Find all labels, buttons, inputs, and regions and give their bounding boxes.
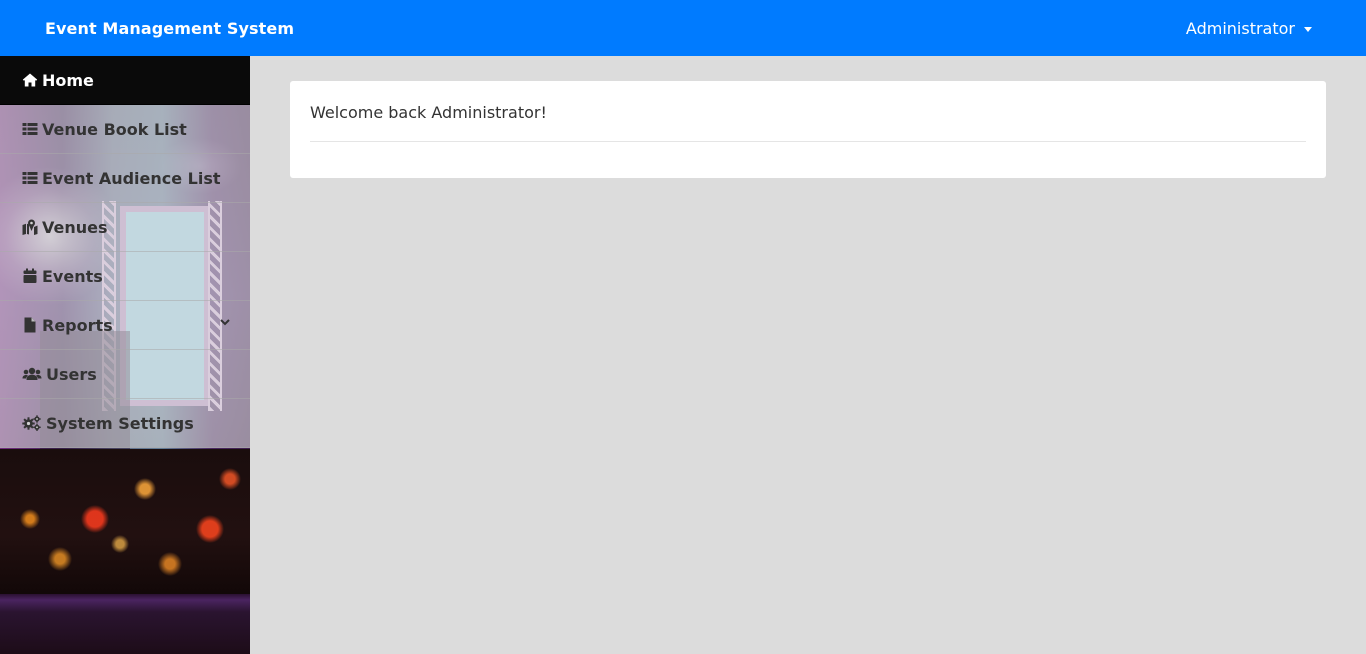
calendar-icon — [21, 268, 39, 284]
sidebar-item-venues[interactable]: Venues — [0, 203, 250, 252]
sidebar-item-label: Venue Book List — [42, 119, 187, 139]
user-name: Administrator — [1185, 18, 1295, 38]
sidebar-item-system-settings[interactable]: System Settings — [0, 399, 250, 448]
home-icon — [21, 72, 39, 88]
sidebar-item-label: System Settings — [46, 413, 194, 433]
sidebar-item-reports[interactable]: Reports — [0, 301, 250, 350]
sidebar-item-label: Venues — [42, 217, 108, 237]
welcome-card: Welcome back Administrator! — [290, 81, 1326, 178]
sidebar-item-users[interactable]: Users — [0, 350, 250, 399]
sidebar-menu: Home Venue Book List Event Audience List… — [0, 56, 250, 448]
list-icon — [21, 121, 39, 137]
cogs-icon — [21, 415, 43, 431]
chevron-down-icon[interactable] — [220, 317, 230, 327]
users-icon — [21, 366, 43, 382]
user-dropdown[interactable]: Administrator — [1186, 19, 1312, 38]
caret-down-icon — [1304, 26, 1312, 32]
divider — [310, 141, 1306, 142]
brand-title[interactable]: Event Management System — [45, 19, 294, 38]
sidebar-item-label: Home — [42, 70, 94, 90]
sidebar-item-event-audience-list[interactable]: Event Audience List — [0, 154, 250, 203]
sidebar-item-label: Reports — [42, 315, 113, 335]
top-navbar: Event Management System Administrator — [0, 0, 1366, 56]
sidebar: Home Venue Book List Event Audience List… — [0, 56, 250, 654]
sidebar-item-home[interactable]: Home — [0, 56, 250, 105]
list-icon — [21, 170, 39, 186]
sidebar-item-label: Users — [46, 364, 97, 384]
sidebar-item-label: Event Audience List — [42, 168, 221, 188]
sidebar-item-label: Events — [42, 266, 103, 286]
file-icon — [21, 317, 39, 333]
sidebar-item-events[interactable]: Events — [0, 252, 250, 301]
sidebar-item-venue-book-list[interactable]: Venue Book List — [0, 105, 250, 154]
map-marked-icon — [21, 219, 39, 235]
welcome-message: Welcome back Administrator! — [310, 103, 547, 122]
